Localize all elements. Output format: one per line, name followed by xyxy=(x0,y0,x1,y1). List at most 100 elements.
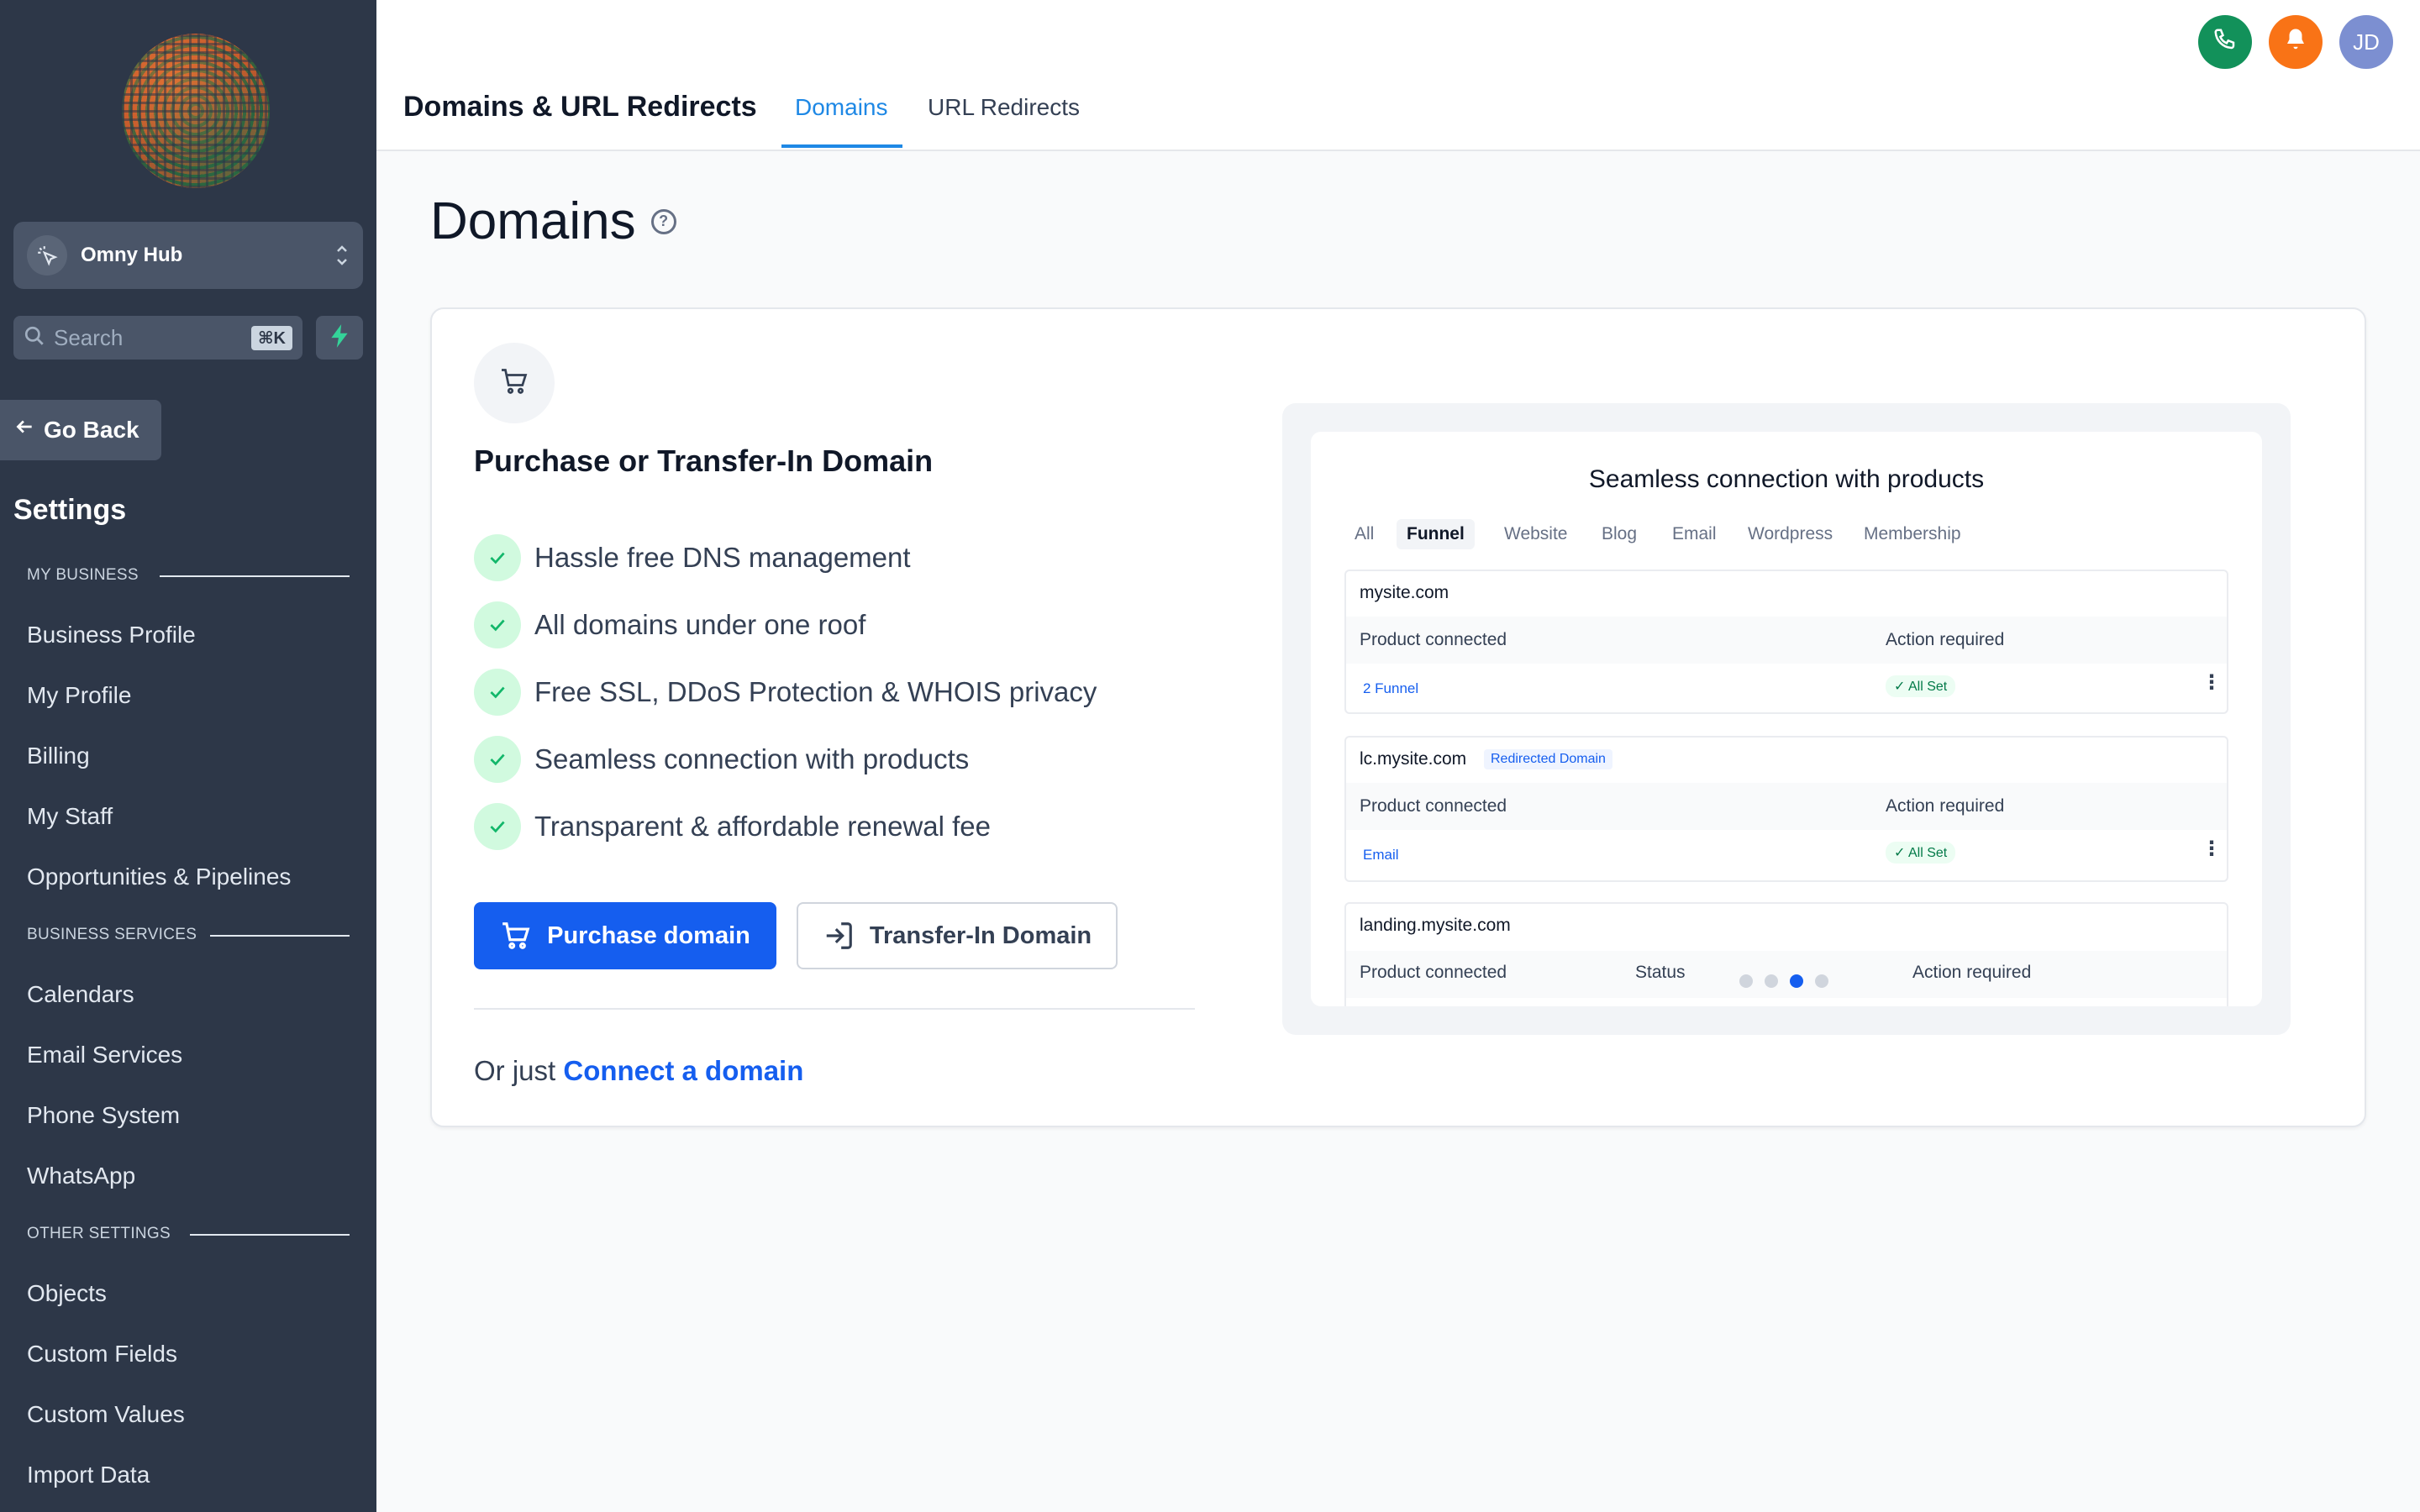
purchase-domain-button[interactable]: Purchase domain xyxy=(474,902,776,969)
product-link: Email xyxy=(1363,847,1399,863)
status-badge: ✓ All Set xyxy=(1886,842,1956,864)
product-link: 2 Funnel xyxy=(1363,680,1419,696)
carousel-dot[interactable] xyxy=(1815,974,1828,988)
cart-icon-badge xyxy=(474,343,555,423)
col-action-required: Action required xyxy=(1912,963,2032,982)
divider xyxy=(474,1008,1195,1010)
carousel-dots xyxy=(1739,974,1828,988)
phone-button[interactable] xyxy=(2198,15,2252,69)
account-cursor-icon xyxy=(27,235,67,276)
page-title-wrap: Domains ? xyxy=(430,192,676,251)
connect-prefix: Or just xyxy=(474,1055,556,1086)
preview-domain-row: landing.mysite.com Product connected Sta… xyxy=(1344,902,2228,1006)
col-action-required: Action required xyxy=(1886,630,2005,649)
feature-text: All domains under one roof xyxy=(534,609,866,640)
notifications-button[interactable] xyxy=(2269,15,2323,69)
status-badge: ✓ All Set xyxy=(1886,675,1956,697)
carousel-dot[interactable] xyxy=(1739,974,1753,988)
phone-icon xyxy=(2212,27,2238,58)
sign-in-icon xyxy=(823,920,855,952)
help-icon[interactable]: ? xyxy=(650,208,676,234)
section-divider xyxy=(210,935,350,937)
search-icon xyxy=(24,325,45,351)
section-label-business-services: BUSINESS SERVICES xyxy=(27,926,197,943)
preview-tab-membership: Membership xyxy=(1864,524,1961,543)
sidebar-item-my-staff[interactable]: My Staff xyxy=(27,803,113,830)
feature-item: Seamless connection with products xyxy=(474,736,969,783)
feature-text: Free SSL, DDoS Protection & WHOIS privac… xyxy=(534,676,1097,707)
domain-name: landing.mysite.com xyxy=(1360,916,1511,935)
go-back-label: Go Back xyxy=(44,417,139,443)
sidebar-search[interactable]: Search ⌘K xyxy=(13,316,302,360)
sidebar-item-import-data[interactable]: Import Data xyxy=(27,1462,150,1488)
check-icon xyxy=(474,803,521,850)
preview-tab-website: Website xyxy=(1504,524,1568,543)
preview-tab-funnel: Funnel xyxy=(1397,519,1475,549)
feature-text: Hassle free DNS management xyxy=(534,542,911,573)
go-back-button[interactable]: Go Back xyxy=(0,400,161,460)
preview-tab-all: All xyxy=(1355,524,1375,543)
active-tab-indicator xyxy=(781,144,902,148)
account-name: Omny Hub xyxy=(81,244,183,266)
feature-item: Transparent & affordable renewal fee xyxy=(474,803,991,850)
tab-url-redirects[interactable]: URL Redirects xyxy=(928,94,1080,121)
card-heading: Purchase or Transfer-In Domain xyxy=(474,444,934,478)
sidebar: Omny Hub Search ⌘K Go Back Settings MY B… xyxy=(0,0,376,1512)
connect-domain-link[interactable]: Connect a domain xyxy=(563,1055,803,1086)
domain-table-header: Product connected Action required xyxy=(1346,783,2227,830)
transfer-in-domain-label: Transfer-In Domain xyxy=(869,921,1092,949)
quick-action-button[interactable] xyxy=(316,316,363,360)
cart-icon xyxy=(499,366,529,401)
lightning-icon xyxy=(329,323,350,353)
purchase-domain-card: Purchase or Transfer-In Domain Hassle fr… xyxy=(430,307,2366,1127)
check-icon xyxy=(474,534,521,581)
more-vertical-icon: ⋮ xyxy=(2202,671,2222,694)
sidebar-item-billing[interactable]: Billing xyxy=(27,743,90,769)
cart-icon xyxy=(500,920,532,952)
feature-item: Free SSL, DDoS Protection & WHOIS privac… xyxy=(474,669,1097,716)
sidebar-item-calendars[interactable]: Calendars xyxy=(27,981,134,1008)
purchase-domain-label: Purchase domain xyxy=(547,921,750,949)
arrow-left-icon xyxy=(13,416,35,444)
check-icon xyxy=(474,601,521,648)
top-bar: Domains & URL Redirects Domains URL Redi… xyxy=(376,0,2420,151)
domain-name: mysite.com xyxy=(1360,583,1449,602)
company-logo xyxy=(122,34,270,188)
col-action-required: Action required xyxy=(1886,796,2005,816)
sidebar-item-objects[interactable]: Objects xyxy=(27,1280,107,1307)
sidebar-item-custom-fields[interactable]: Custom Fields xyxy=(27,1341,177,1368)
preview-tab-email: Email xyxy=(1672,524,1717,543)
feature-text: Transparent & affordable renewal fee xyxy=(534,811,992,842)
sidebar-item-phone-system[interactable]: Phone System xyxy=(27,1102,180,1129)
preview-domain-row: lc.mysite.com Redirected Domain Product … xyxy=(1344,736,2228,882)
section-label-my-business: MY BUSINESS xyxy=(27,566,139,584)
section-label-other-settings: OTHER SETTINGS xyxy=(27,1225,171,1242)
search-shortcut: ⌘K xyxy=(251,325,292,350)
col-product-connected: Product connected xyxy=(1360,796,1507,816)
sidebar-item-my-profile[interactable]: My Profile xyxy=(27,682,131,709)
product-connection-preview: Seamless connection with products All Fu… xyxy=(1282,403,2291,1035)
feature-item: Hassle free DNS management xyxy=(474,534,911,581)
domain-table-header: Product connected Action required xyxy=(1346,617,2227,664)
tab-domains[interactable]: Domains xyxy=(795,94,887,121)
sidebar-item-business-profile[interactable]: Business Profile xyxy=(27,622,196,648)
col-status: Status xyxy=(1635,963,1686,982)
account-switcher[interactable]: Omny Hub xyxy=(13,222,363,289)
carousel-dot[interactable] xyxy=(1765,974,1778,988)
carousel-dot-active[interactable] xyxy=(1790,974,1803,988)
page-title: Domains xyxy=(430,192,636,250)
transfer-in-domain-button[interactable]: Transfer-In Domain xyxy=(797,902,1118,969)
sidebar-item-whatsapp[interactable]: WhatsApp xyxy=(27,1163,135,1189)
col-product-connected: Product connected xyxy=(1360,963,1507,982)
connect-domain-line: Or just Connect a domain xyxy=(474,1055,803,1087)
sidebar-item-email-services[interactable]: Email Services xyxy=(27,1042,182,1068)
preview-tab-blog: Blog xyxy=(1602,524,1638,543)
redirected-domain-badge: Redirected Domain xyxy=(1484,749,1612,769)
section-divider xyxy=(190,1234,350,1236)
sidebar-item-opportunities-pipelines[interactable]: Opportunities & Pipelines xyxy=(27,864,291,890)
check-icon xyxy=(474,669,521,716)
sidebar-item-custom-values[interactable]: Custom Values xyxy=(27,1401,185,1428)
preview-tab-wordpress: Wordpress xyxy=(1748,524,1833,543)
search-placeholder: Search xyxy=(54,324,124,350)
user-avatar[interactable]: JD xyxy=(2339,15,2393,69)
